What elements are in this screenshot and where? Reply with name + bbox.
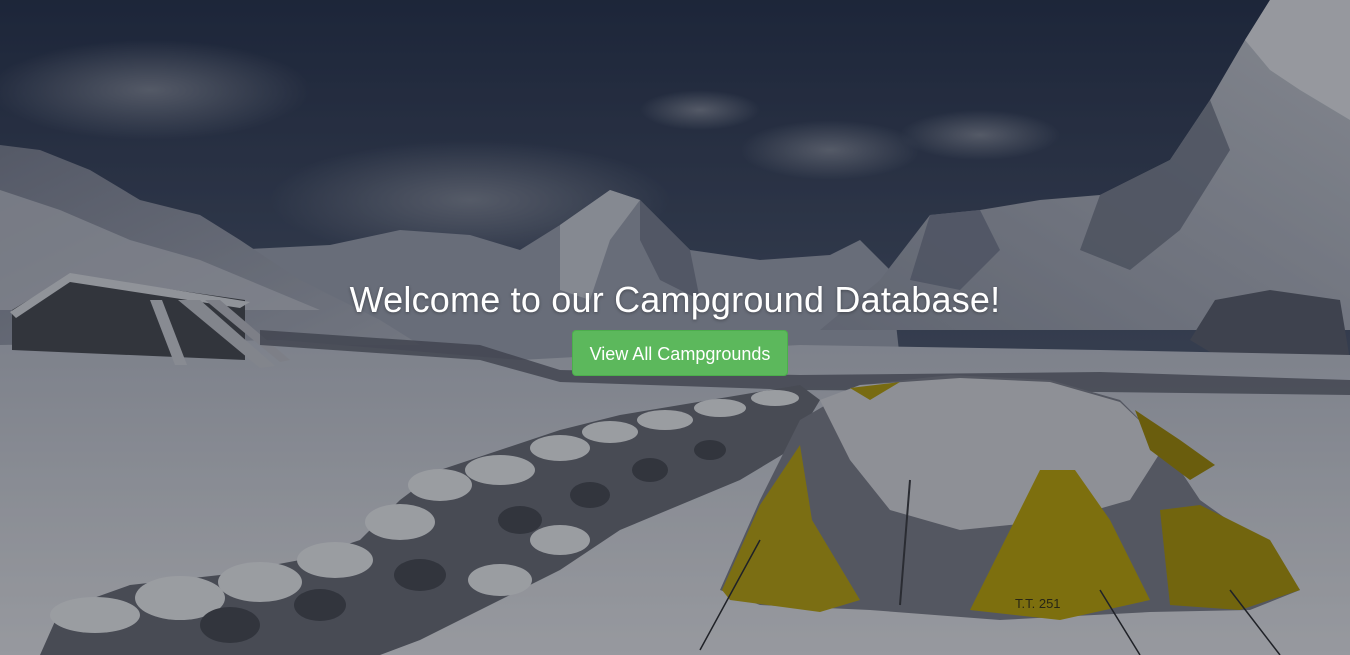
hero: Welcome to our Campground Database! View…: [0, 278, 1350, 376]
view-all-campgrounds-button[interactable]: View All Campgrounds: [571, 330, 789, 376]
landing-page: T.T. 251 Welcome to our Campground Datab…: [0, 0, 1350, 655]
page-title: Welcome to our Campground Database!: [349, 279, 1001, 320]
